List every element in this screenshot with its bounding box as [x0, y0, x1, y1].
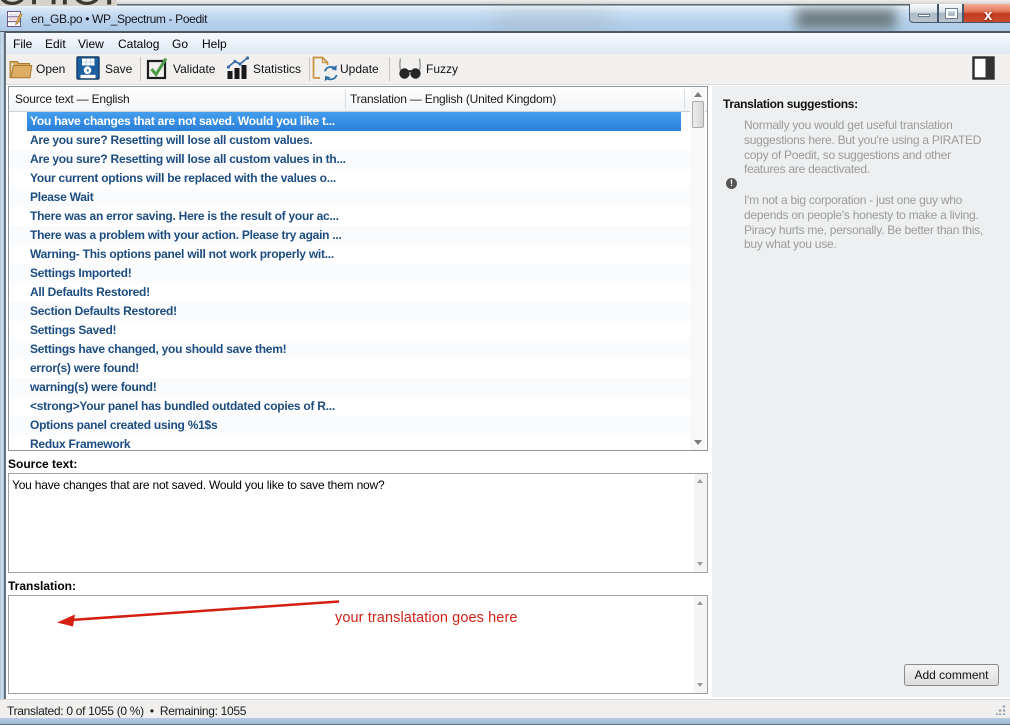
svg-text:OHIO.: OHIO.: [0, 0, 115, 6]
